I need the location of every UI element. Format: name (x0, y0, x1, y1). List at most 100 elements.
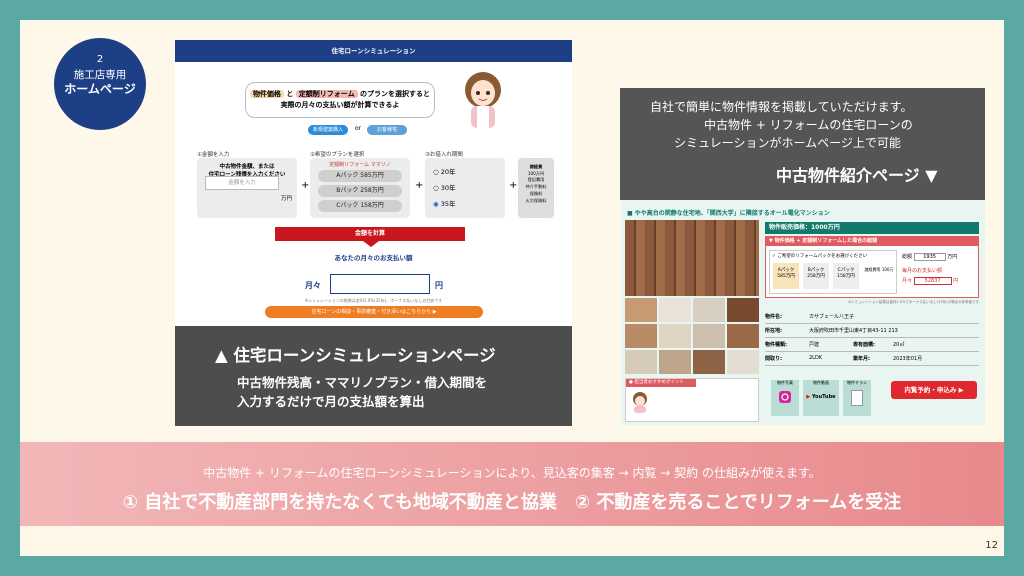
info-value2: 20㎡ (893, 342, 905, 348)
thumbnail[interactable] (659, 350, 691, 374)
pack-a[interactable]: Aパック 585万円 (773, 263, 799, 289)
plan-select-box: 定額制リフォーム ママリノ Aパック 585万円 Bパック 258万円 Cパック… (310, 158, 410, 218)
flyer-icon (851, 390, 863, 406)
property-heading: ■ やや高台の閑静な住宅地、「関西大学」に隣接するオール電化マンション (627, 210, 830, 217)
total-value: 1935 (913, 253, 946, 261)
right-caption-line2: 中古物件 + リフォームの住宅ローンの (704, 118, 913, 132)
plan-c[interactable]: Cパック 158万円 (318, 200, 402, 212)
info-key: 物件名: (765, 314, 782, 320)
recommend-box: ● 担当者おすすめポイント (625, 378, 759, 422)
calculate-button[interactable]: 金額を計算 (275, 227, 465, 241)
reserve-button[interactable]: 内覧予約・申込み ▶ (891, 381, 977, 399)
right-caption-line1: 自社で簡単に物件情報を掲載していただけます。 (650, 100, 913, 114)
info-value2: 2023年01月 (893, 356, 923, 362)
plus-sign-1: + (301, 180, 310, 191)
thumbnail[interactable] (659, 324, 691, 348)
thumbnail[interactable] (727, 350, 759, 374)
radio-selected-icon: ◉ (433, 200, 439, 208)
col2-label: ②希望のプランを選択 (310, 152, 365, 158)
col1-label: ①金額を入力 (197, 152, 230, 158)
info-value: 2LDK (809, 355, 823, 361)
badge-line1: 施工店専用 (73, 68, 127, 81)
main-photo[interactable] (625, 220, 759, 296)
sns-video-label: 物件動画 (813, 380, 829, 385)
sns-flyer-button[interactable]: 物件チラシ (843, 380, 871, 416)
left-caption-line1: 中古物件残高・ママリノプラン・借入期間を (237, 375, 488, 390)
thumbnail[interactable] (625, 350, 657, 374)
thumbnail[interactable] (727, 324, 759, 348)
loan-consult-button[interactable]: 住宅ローンの相談・事前審査・付き添いはこちらから ▶ (265, 306, 483, 318)
sns-photo-label: 物件写真 (777, 380, 793, 385)
pack-a-price: 585万円 (777, 274, 795, 279)
plus-sign-3: + (509, 180, 518, 191)
plan-a[interactable]: Aパック 585万円 (318, 170, 402, 182)
total-label: 総額 (902, 254, 913, 260)
sns-video-button[interactable]: 物件動画 ▶ YouTube (803, 380, 839, 416)
info-key: 物件種類: (765, 342, 787, 348)
right-caption-title: 中古物件紹介ページ ▼ (776, 166, 938, 185)
term-20[interactable]: ○ 20年 (433, 166, 456, 176)
sns-photo-button[interactable]: 物件写真 (771, 380, 799, 416)
pack-b[interactable]: Bパック 258万円 (803, 263, 829, 289)
term-20-label: 20年 (440, 168, 456, 176)
monthly-unit: 円 (953, 278, 959, 284)
plan-fine-print: ※シミュレーション結果は金利1.0%でボーナス払いなし(35年)の場合の参考値で… (848, 300, 979, 304)
total-plan-box: ▼ 物件価格 + 定額制リフォームした場合の総額 ✓ ご希望のリフォームパックを… (765, 236, 979, 298)
plan-box-title: ▼ 物件価格 + 定額制リフォームした場合の総額 (766, 237, 978, 246)
result-output (330, 274, 430, 294)
thumbnail[interactable] (693, 324, 725, 348)
badge-line2: ホームページ (64, 81, 136, 96)
info-key2: 築年月: (853, 356, 870, 362)
thumbnail[interactable] (727, 298, 759, 322)
result-note: ※シミュレーションの結果は金利1.0%(35年)、ボーナス払いなしの目安です (304, 298, 443, 303)
or-mark: or (355, 125, 362, 132)
pack-question: ✓ ご希望のリフォームパックをお選びください (772, 254, 868, 259)
term-30[interactable]: ○ 30年 (433, 182, 456, 192)
info-key: 間取り: (765, 356, 782, 362)
recommend-label: ● 担当者おすすめポイント (626, 379, 696, 387)
pack-b-price: 258万円 (807, 274, 825, 279)
info-row: 物件名: カサブェール八王子 (765, 310, 979, 324)
thumbnail[interactable] (659, 298, 691, 322)
tab-customer-home[interactable]: お客様宅 (367, 125, 407, 135)
plan-b[interactable]: Bパック 258万円 (318, 185, 402, 197)
left-caption-line2: 入力するだけで月の支払額を算出 (237, 394, 425, 409)
thumbnail[interactable] (625, 324, 657, 348)
right-caption-box: 自社で簡単に物件情報を掲載していただけます。 中古物件 + リフォームの住宅ロー… (620, 88, 985, 200)
thumbnail[interactable] (693, 298, 725, 322)
pack-c[interactable]: Cパック 158万円 (833, 263, 859, 289)
result-prefix: 月々 (305, 281, 321, 290)
expense-4: 保険料 (529, 190, 543, 196)
thumbnail[interactable] (625, 298, 657, 322)
total-row: 総額 1935 万円 (902, 253, 957, 261)
pack-chooser: ✓ ご希望のリフォームパックをお選びください Aパック 585万円 Bパック 258… (769, 250, 897, 294)
tab-new-purchase[interactable]: 新規建築購入 (308, 125, 348, 135)
intro-line2: 実際の月々の支払い額が計算できるよ (280, 100, 400, 109)
expense-3: 仲介手数料 (525, 184, 547, 190)
radio-icon: ○ (433, 168, 439, 176)
monthly-value: 52837 (913, 277, 952, 285)
property-price: 物件販売価格：1000万円 (765, 222, 979, 234)
info-row: 所在地: 大阪府吹田市千里山東4丁目43-11 213 (765, 324, 979, 338)
plan-brand: 定額制リフォーム ママリノ (329, 162, 391, 168)
intro-rest: のプランを選択すると (360, 90, 431, 98)
term-35[interactable]: ◉ 35年 (433, 198, 456, 208)
banner-line2: ① 自社で不動産部門を持たなくても地域不動産と協業 ② 不動産を売ることでリフォ… (122, 492, 902, 513)
down-arrow-icon (363, 241, 379, 247)
amount-input-box: 中古物件金額、または 住宅ローン残債を入力ください 金額を入力 万円 (197, 158, 297, 218)
simulation-intro-bubble: 物件価格 と 定額制リフォーム のプランを選択すると 実際の月々の支払い額が計算… (245, 82, 435, 118)
banner-line1: 中古物件 + リフォームの住宅ローンシミュレーションにより、見込客の集客 → 内… (203, 466, 821, 480)
youtube-icon: ▶ YouTube (806, 394, 836, 400)
info-row: 物件種類: 戸建 専有面積: 20㎡ (765, 338, 979, 352)
expense-0: 諸経費 (529, 164, 543, 169)
info-value: 戸建 (809, 342, 820, 348)
info-key: 所在地: (765, 328, 782, 334)
thumbnail[interactable] (693, 350, 725, 374)
term-35-label: 35年 (440, 200, 456, 208)
extra-costs: 諸経費等 100万 (864, 267, 894, 272)
bottom-banner: 中古物件 + リフォームの住宅ローンシミュレーションにより、見込客の集客 → 内… (20, 442, 1004, 526)
amount-input[interactable]: 金額を入力 (205, 176, 279, 190)
col3-label: ③お借入れ期間 (425, 152, 463, 158)
mascot-illustration (465, 72, 501, 128)
right-caption-line3: シミュレーションがホームページ上で可能 (674, 136, 901, 150)
